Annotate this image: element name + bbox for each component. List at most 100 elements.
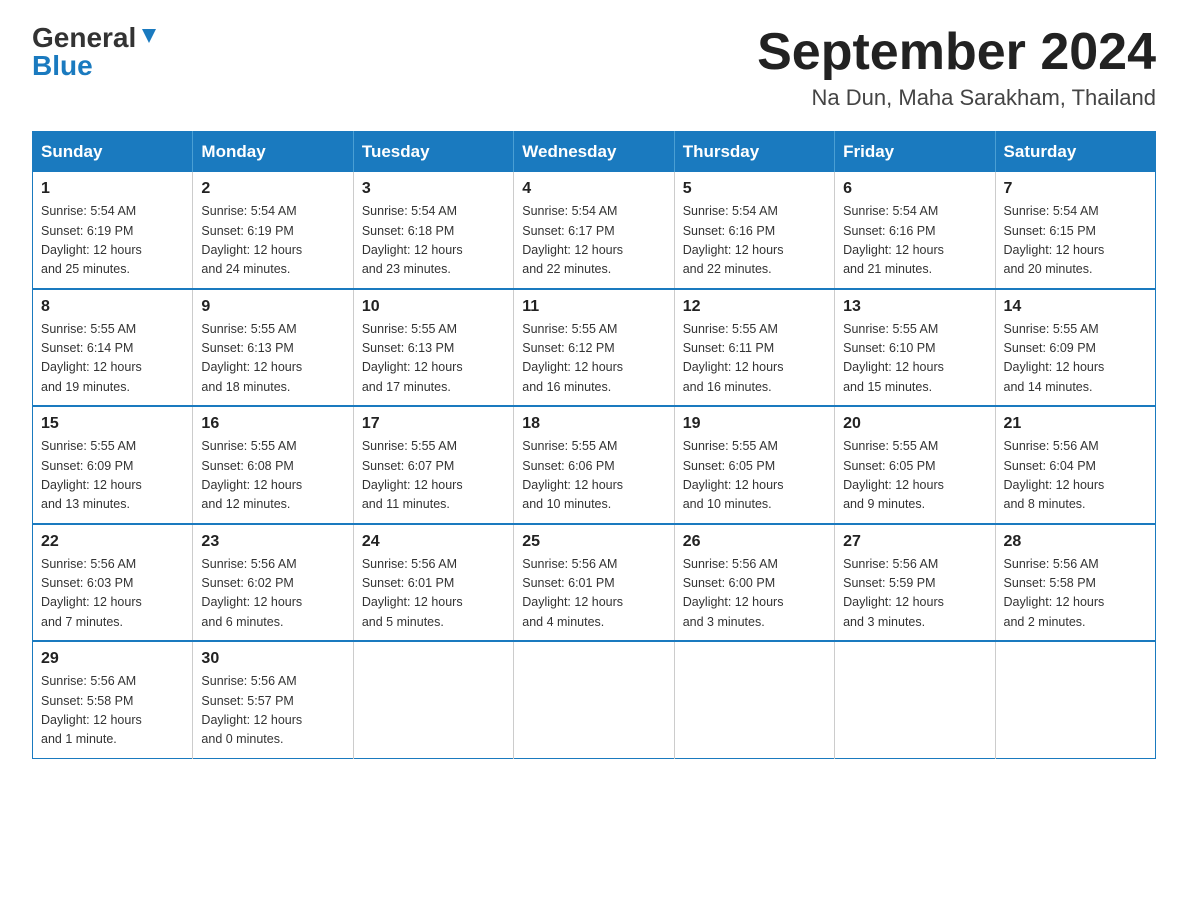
calendar-cell: 8 Sunrise: 5:55 AM Sunset: 6:14 PM Dayli… (33, 289, 193, 407)
day-info: Sunrise: 5:55 AM Sunset: 6:06 PM Dayligh… (522, 437, 665, 515)
day-number: 3 (362, 180, 505, 198)
day-number: 19 (683, 415, 826, 433)
day-number: 24 (362, 533, 505, 551)
day-number: 14 (1004, 298, 1147, 316)
day-number: 13 (843, 298, 986, 316)
day-number: 6 (843, 180, 986, 198)
calendar-cell: 17 Sunrise: 5:55 AM Sunset: 6:07 PM Dayl… (353, 406, 513, 524)
calendar-cell: 12 Sunrise: 5:55 AM Sunset: 6:11 PM Dayl… (674, 289, 834, 407)
day-number: 23 (201, 533, 344, 551)
day-number: 29 (41, 650, 184, 668)
logo-general-text: General (32, 24, 136, 52)
day-info: Sunrise: 5:55 AM Sunset: 6:13 PM Dayligh… (201, 320, 344, 398)
calendar-week-row-2: 8 Sunrise: 5:55 AM Sunset: 6:14 PM Dayli… (33, 289, 1156, 407)
day-number: 12 (683, 298, 826, 316)
day-info: Sunrise: 5:54 AM Sunset: 6:17 PM Dayligh… (522, 202, 665, 280)
day-info: Sunrise: 5:55 AM Sunset: 6:14 PM Dayligh… (41, 320, 184, 398)
calendar-table: Sunday Monday Tuesday Wednesday Thursday… (32, 131, 1156, 759)
calendar-week-row-1: 1 Sunrise: 5:54 AM Sunset: 6:19 PM Dayli… (33, 172, 1156, 289)
day-number: 18 (522, 415, 665, 433)
calendar-cell: 13 Sunrise: 5:55 AM Sunset: 6:10 PM Dayl… (835, 289, 995, 407)
day-info: Sunrise: 5:56 AM Sunset: 6:02 PM Dayligh… (201, 555, 344, 633)
calendar-cell: 28 Sunrise: 5:56 AM Sunset: 5:58 PM Dayl… (995, 524, 1155, 642)
calendar-cell (514, 641, 674, 758)
calendar-cell: 30 Sunrise: 5:56 AM Sunset: 5:57 PM Dayl… (193, 641, 353, 758)
day-info: Sunrise: 5:56 AM Sunset: 5:57 PM Dayligh… (201, 672, 344, 750)
calendar-cell: 14 Sunrise: 5:55 AM Sunset: 6:09 PM Dayl… (995, 289, 1155, 407)
page-header: General Blue September 2024 Na Dun, Maha… (32, 24, 1156, 111)
logo-blue-text: Blue (32, 52, 93, 80)
calendar-week-row-5: 29 Sunrise: 5:56 AM Sunset: 5:58 PM Dayl… (33, 641, 1156, 758)
day-number: 1 (41, 180, 184, 198)
day-info: Sunrise: 5:54 AM Sunset: 6:18 PM Dayligh… (362, 202, 505, 280)
day-info: Sunrise: 5:55 AM Sunset: 6:13 PM Dayligh… (362, 320, 505, 398)
calendar-cell: 5 Sunrise: 5:54 AM Sunset: 6:16 PM Dayli… (674, 172, 834, 289)
calendar-cell: 26 Sunrise: 5:56 AM Sunset: 6:00 PM Dayl… (674, 524, 834, 642)
day-info: Sunrise: 5:55 AM Sunset: 6:05 PM Dayligh… (683, 437, 826, 515)
day-number: 16 (201, 415, 344, 433)
weekday-header-row: Sunday Monday Tuesday Wednesday Thursday… (33, 132, 1156, 173)
calendar-cell: 7 Sunrise: 5:54 AM Sunset: 6:15 PM Dayli… (995, 172, 1155, 289)
day-number: 2 (201, 180, 344, 198)
day-number: 28 (1004, 533, 1147, 551)
month-year-title: September 2024 (757, 24, 1156, 81)
day-info: Sunrise: 5:56 AM Sunset: 5:58 PM Dayligh… (1004, 555, 1147, 633)
calendar-cell: 6 Sunrise: 5:54 AM Sunset: 6:16 PM Dayli… (835, 172, 995, 289)
day-number: 5 (683, 180, 826, 198)
calendar-cell: 4 Sunrise: 5:54 AM Sunset: 6:17 PM Dayli… (514, 172, 674, 289)
calendar-cell (674, 641, 834, 758)
day-info: Sunrise: 5:54 AM Sunset: 6:16 PM Dayligh… (843, 202, 986, 280)
calendar-cell: 11 Sunrise: 5:55 AM Sunset: 6:12 PM Dayl… (514, 289, 674, 407)
day-info: Sunrise: 5:55 AM Sunset: 6:07 PM Dayligh… (362, 437, 505, 515)
day-info: Sunrise: 5:55 AM Sunset: 6:09 PM Dayligh… (41, 437, 184, 515)
calendar-cell: 3 Sunrise: 5:54 AM Sunset: 6:18 PM Dayli… (353, 172, 513, 289)
day-number: 10 (362, 298, 505, 316)
calendar-week-row-4: 22 Sunrise: 5:56 AM Sunset: 6:03 PM Dayl… (33, 524, 1156, 642)
day-info: Sunrise: 5:56 AM Sunset: 5:58 PM Dayligh… (41, 672, 184, 750)
day-number: 21 (1004, 415, 1147, 433)
header-friday: Friday (835, 132, 995, 173)
day-number: 15 (41, 415, 184, 433)
logo-triangle-icon (138, 25, 160, 47)
day-number: 7 (1004, 180, 1147, 198)
day-info: Sunrise: 5:55 AM Sunset: 6:11 PM Dayligh… (683, 320, 826, 398)
day-info: Sunrise: 5:56 AM Sunset: 6:01 PM Dayligh… (522, 555, 665, 633)
day-number: 17 (362, 415, 505, 433)
calendar-cell: 23 Sunrise: 5:56 AM Sunset: 6:02 PM Dayl… (193, 524, 353, 642)
day-number: 8 (41, 298, 184, 316)
calendar-cell: 9 Sunrise: 5:55 AM Sunset: 6:13 PM Dayli… (193, 289, 353, 407)
day-number: 22 (41, 533, 184, 551)
day-info: Sunrise: 5:56 AM Sunset: 6:00 PM Dayligh… (683, 555, 826, 633)
day-info: Sunrise: 5:55 AM Sunset: 6:05 PM Dayligh… (843, 437, 986, 515)
day-number: 25 (522, 533, 665, 551)
calendar-cell: 25 Sunrise: 5:56 AM Sunset: 6:01 PM Dayl… (514, 524, 674, 642)
day-info: Sunrise: 5:54 AM Sunset: 6:19 PM Dayligh… (201, 202, 344, 280)
calendar-cell (995, 641, 1155, 758)
calendar-cell: 19 Sunrise: 5:55 AM Sunset: 6:05 PM Dayl… (674, 406, 834, 524)
day-number: 11 (522, 298, 665, 316)
header-thursday: Thursday (674, 132, 834, 173)
header-tuesday: Tuesday (353, 132, 513, 173)
calendar-cell: 24 Sunrise: 5:56 AM Sunset: 6:01 PM Dayl… (353, 524, 513, 642)
day-info: Sunrise: 5:55 AM Sunset: 6:10 PM Dayligh… (843, 320, 986, 398)
day-info: Sunrise: 5:56 AM Sunset: 6:03 PM Dayligh… (41, 555, 184, 633)
header-sunday: Sunday (33, 132, 193, 173)
header-saturday: Saturday (995, 132, 1155, 173)
day-info: Sunrise: 5:54 AM Sunset: 6:15 PM Dayligh… (1004, 202, 1147, 280)
day-number: 30 (201, 650, 344, 668)
calendar-cell: 18 Sunrise: 5:55 AM Sunset: 6:06 PM Dayl… (514, 406, 674, 524)
calendar-cell: 29 Sunrise: 5:56 AM Sunset: 5:58 PM Dayl… (33, 641, 193, 758)
calendar-cell: 1 Sunrise: 5:54 AM Sunset: 6:19 PM Dayli… (33, 172, 193, 289)
calendar-week-row-3: 15 Sunrise: 5:55 AM Sunset: 6:09 PM Dayl… (33, 406, 1156, 524)
calendar-cell (835, 641, 995, 758)
day-number: 20 (843, 415, 986, 433)
calendar-cell: 2 Sunrise: 5:54 AM Sunset: 6:19 PM Dayli… (193, 172, 353, 289)
calendar-cell: 20 Sunrise: 5:55 AM Sunset: 6:05 PM Dayl… (835, 406, 995, 524)
calendar-cell: 22 Sunrise: 5:56 AM Sunset: 6:03 PM Dayl… (33, 524, 193, 642)
calendar-cell: 27 Sunrise: 5:56 AM Sunset: 5:59 PM Dayl… (835, 524, 995, 642)
calendar-cell: 21 Sunrise: 5:56 AM Sunset: 6:04 PM Dayl… (995, 406, 1155, 524)
day-info: Sunrise: 5:54 AM Sunset: 6:19 PM Dayligh… (41, 202, 184, 280)
title-area: September 2024 Na Dun, Maha Sarakham, Th… (757, 24, 1156, 111)
calendar-cell: 16 Sunrise: 5:55 AM Sunset: 6:08 PM Dayl… (193, 406, 353, 524)
day-number: 9 (201, 298, 344, 316)
